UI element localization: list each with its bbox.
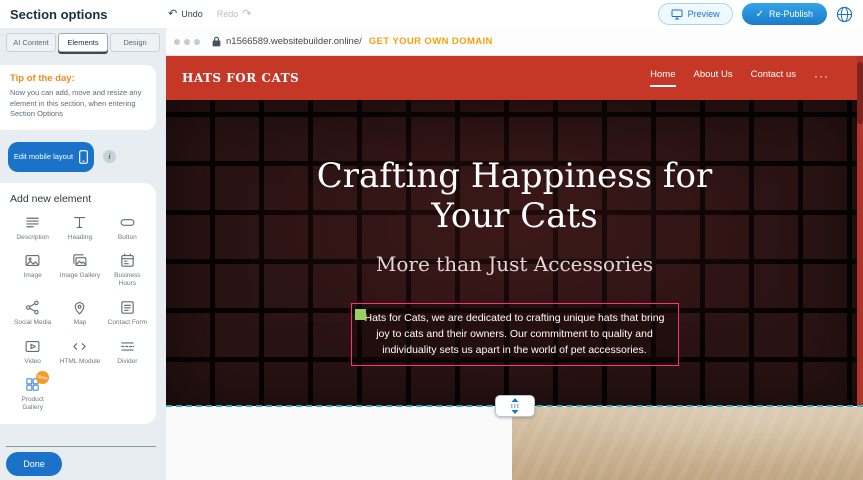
- language-globe-icon[interactable]: [836, 6, 853, 23]
- tab-ai-content[interactable]: AI Content: [6, 33, 56, 52]
- map-icon: [71, 299, 88, 316]
- nav-about[interactable]: About Us: [694, 69, 733, 87]
- tip-title: Tip of the day:: [10, 73, 146, 84]
- video-icon: [24, 338, 41, 355]
- element-social-media[interactable]: Social Media: [10, 299, 55, 327]
- republish-label: Re-Publish: [769, 9, 813, 19]
- scrollbar-thumb[interactable]: [857, 62, 863, 124]
- sidebar-divider: [6, 446, 156, 447]
- nav-contact[interactable]: Contact us: [751, 69, 796, 87]
- preview-button[interactable]: Preview: [658, 3, 733, 25]
- history-controls: ↶ Undo Redo ↷: [168, 9, 251, 20]
- preview-label: Preview: [688, 9, 720, 19]
- republish-button[interactable]: ✓ Re-Publish: [742, 3, 827, 25]
- get-domain-link[interactable]: GET YOUR OWN DOMAIN: [369, 36, 493, 47]
- element-business-hours[interactable]: Business Hours: [105, 252, 150, 288]
- redo-label: Redo: [217, 9, 239, 19]
- window-dot-icon: [174, 39, 180, 45]
- social-media-icon: [24, 299, 41, 316]
- app-window: Section options ↶ Undo Redo ↷ Preview: [0, 0, 863, 480]
- sidebar: AI Content Elements Design Tip of the da…: [0, 28, 166, 480]
- element-product-gallery[interactable]: New Product Gallery: [10, 376, 55, 412]
- element-video[interactable]: Video: [10, 338, 55, 366]
- undo-icon: ↶: [168, 9, 177, 20]
- add-element-title: Add new element: [10, 193, 150, 205]
- window-dot-icon: [194, 39, 200, 45]
- hero-paragraph-text: Hats for Cats, we are dedicated to craft…: [364, 312, 664, 356]
- canvas-background: [166, 407, 512, 480]
- done-button[interactable]: Done: [6, 452, 62, 476]
- element-drag-handle[interactable]: [355, 309, 366, 320]
- redo-icon: ↷: [242, 9, 251, 20]
- element-grid: Description Heading Button: [10, 214, 150, 413]
- window-dot-icon: [184, 39, 190, 45]
- element-contact-form[interactable]: Contact Form: [105, 299, 150, 327]
- topbar: Section options ↶ Undo Redo ↷ Preview: [0, 0, 863, 28]
- hero-subheading[interactable]: More than Just Accessories: [166, 252, 863, 276]
- description-icon: [24, 214, 41, 231]
- html-module-icon: [71, 338, 88, 355]
- element-heading[interactable]: Heading: [57, 214, 102, 242]
- site-header: HATS FOR CATS Home About Us Contact us ·…: [166, 56, 863, 100]
- image-gallery-icon: [71, 252, 88, 269]
- section-resize-handle[interactable]: [495, 395, 535, 417]
- hero-section[interactable]: Crafting Happiness for Your Cats More th…: [166, 100, 863, 406]
- element-map[interactable]: Map: [57, 299, 102, 327]
- element-button[interactable]: Button: [105, 214, 150, 242]
- browser-preview: n1566589.websitebuilder.online/ GET YOUR…: [166, 28, 863, 480]
- edit-mobile-layout-button[interactable]: Edit mobile layout: [8, 142, 94, 172]
- image-icon: [24, 252, 41, 269]
- business-hours-icon: [119, 252, 136, 269]
- element-html-module[interactable]: HTML Module: [57, 338, 102, 366]
- element-description[interactable]: Description: [10, 214, 55, 242]
- undo-button[interactable]: ↶ Undo: [168, 9, 203, 20]
- site-nav: Home About Us Contact us ···: [650, 69, 829, 87]
- site-logo[interactable]: HATS FOR CATS: [182, 71, 299, 85]
- tab-elements[interactable]: Elements: [58, 33, 108, 52]
- resize-arrows-icon: [509, 398, 521, 414]
- heading-icon: [71, 214, 88, 231]
- undo-label: Undo: [181, 9, 203, 19]
- monitor-icon: [671, 9, 683, 20]
- site-url[interactable]: n1566589.websitebuilder.online/: [226, 36, 362, 47]
- hero-heading[interactable]: Crafting Happiness for Your Cats: [305, 156, 725, 236]
- contact-form-icon: [119, 299, 136, 316]
- scrollbar[interactable]: [857, 56, 863, 405]
- browser-chrome: n1566589.websitebuilder.online/ GET YOUR…: [166, 28, 863, 56]
- divider-icon: [119, 338, 136, 355]
- redo-button[interactable]: Redo ↷: [217, 9, 252, 20]
- next-section-image: [512, 407, 863, 480]
- mobile-layout-row: Edit mobile layout i: [8, 142, 166, 172]
- page-title: Section options: [10, 7, 158, 22]
- tip-card: Tip of the day: Now you can add, move an…: [0, 65, 156, 130]
- check-icon: ✓: [756, 9, 764, 20]
- element-image-gallery[interactable]: Image Gallery: [57, 252, 102, 288]
- element-divider[interactable]: Divider: [105, 338, 150, 366]
- sidebar-tabs: AI Content Elements Design: [6, 33, 160, 52]
- lock-icon: [212, 36, 221, 47]
- element-image[interactable]: Image: [10, 252, 55, 288]
- hero-paragraph[interactable]: Hats for Cats, we are dedicated to craft…: [351, 303, 679, 366]
- tip-body: Now you can add, move and resize any ele…: [10, 88, 146, 120]
- info-icon[interactable]: i: [103, 150, 116, 163]
- button-icon: [119, 214, 136, 231]
- phone-icon: [79, 150, 88, 164]
- nav-more-icon[interactable]: ···: [814, 69, 829, 87]
- nav-home[interactable]: Home: [650, 69, 675, 87]
- topbar-actions: Preview ✓ Re-Publish: [658, 3, 853, 25]
- tab-design[interactable]: Design: [110, 33, 160, 52]
- edit-mobile-label: Edit mobile layout: [14, 152, 73, 161]
- add-element-panel: Add new element Description Heading Butt…: [0, 183, 156, 425]
